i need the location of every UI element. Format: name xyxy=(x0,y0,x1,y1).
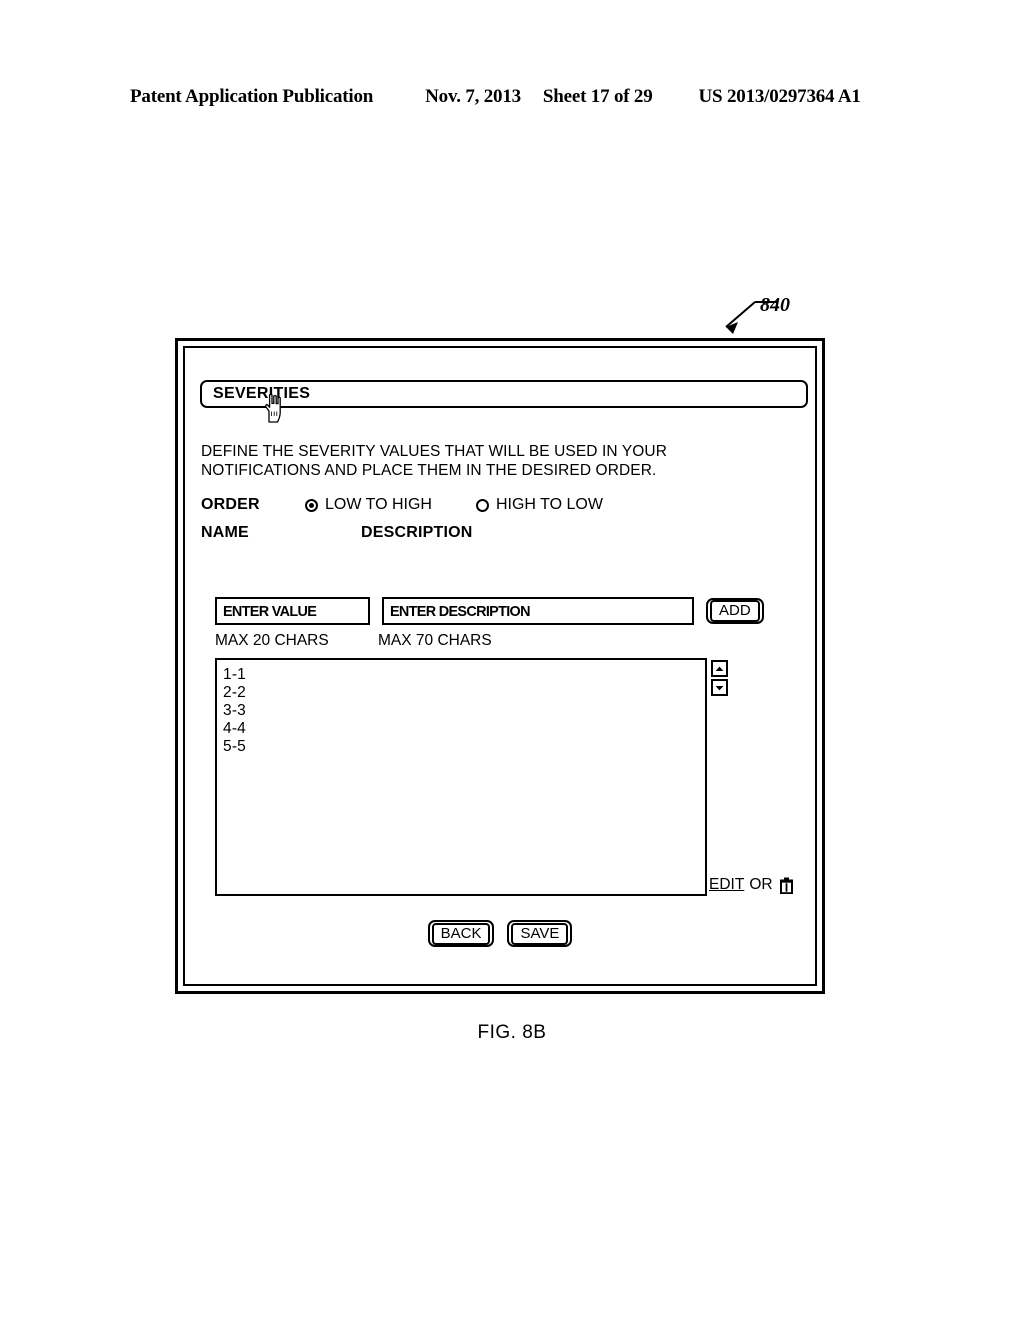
description-input-placeholder: ENTER DESCRIPTION xyxy=(390,602,530,620)
reference-callout: 840 xyxy=(700,294,850,344)
save-button[interactable]: SAVE xyxy=(507,920,573,947)
radio-high-to-low-indicator[interactable] xyxy=(475,498,489,512)
dialog-title-bar[interactable]: SEVERITIES xyxy=(200,380,808,408)
pointing-hand-cursor xyxy=(265,393,281,423)
severity-list[interactable]: 1-1 2-2 3-3 4-4 5-5 xyxy=(215,658,707,896)
order-label: ORDER xyxy=(201,496,260,513)
chevron-down-icon xyxy=(715,685,724,690)
field-hints: MAX 20 CHARS MAX 70 CHARS xyxy=(215,632,635,652)
publication-date: Nov. 7, 2013 xyxy=(425,86,521,107)
column-header-name: NAME xyxy=(201,524,249,541)
add-button-label: ADD xyxy=(710,600,760,622)
column-headers: NAME DESCRIPTION xyxy=(201,524,701,544)
value-field-hint: MAX 20 CHARS xyxy=(215,632,329,649)
list-item[interactable]: 1-1 xyxy=(223,666,705,684)
radio-low-to-high[interactable]: LOW TO HIGH xyxy=(305,496,432,514)
list-item[interactable]: 3-3 xyxy=(223,702,705,720)
back-button-label: BACK xyxy=(431,922,491,945)
description-field-hint: MAX 70 CHARS xyxy=(378,632,492,649)
radio-high-to-low[interactable]: HIGH TO LOW xyxy=(475,496,603,514)
list-item[interactable]: 4-4 xyxy=(223,720,705,738)
list-actions: EDIT OR xyxy=(709,876,794,894)
back-button[interactable]: BACK xyxy=(427,920,495,947)
radio-low-to-high-indicator[interactable] xyxy=(305,498,318,512)
scroll-down-button[interactable] xyxy=(711,679,728,696)
value-input[interactable]: ENTER VALUE xyxy=(215,597,370,625)
sheet-number: Sheet 17 of 29 xyxy=(542,86,653,107)
or-label: OR xyxy=(749,876,773,893)
save-button-label: SAVE xyxy=(511,922,569,945)
publication-label: Patent Application Publication xyxy=(130,86,374,107)
trash-icon[interactable] xyxy=(779,877,794,894)
order-row: ORDER LOW TO HIGH HIGH TO LOW xyxy=(201,494,761,516)
list-item[interactable]: 5-5 xyxy=(223,738,705,756)
dialog-window: SEVERITIES DEFINE THE SEVERITY VALUES TH… xyxy=(183,346,817,986)
dialog-title: SEVERITIES xyxy=(213,385,311,402)
dialog-description: DEFINE THE SEVERITY VALUES THAT WILL BE … xyxy=(201,443,668,479)
entry-row: ENTER VALUE ENTER DESCRIPTION ADD xyxy=(215,596,795,626)
reference-numeral-label: 840 xyxy=(760,294,790,316)
patent-page-header: Patent Application Publication Nov. 7, 2… xyxy=(130,86,890,108)
dialog-footer: BACK SAVE xyxy=(185,920,815,947)
list-item[interactable]: 2-2 xyxy=(223,684,705,702)
list-scroll-buttons xyxy=(711,660,728,698)
add-button[interactable]: ADD xyxy=(706,598,764,624)
figure-outer-frame: SEVERITIES DEFINE THE SEVERITY VALUES TH… xyxy=(175,338,825,994)
radio-high-to-low-label: HIGH TO LOW xyxy=(495,496,603,513)
edit-link[interactable]: EDIT xyxy=(709,876,744,894)
column-header-description: DESCRIPTION xyxy=(361,524,473,541)
description-input[interactable]: ENTER DESCRIPTION xyxy=(382,597,694,625)
chevron-up-icon xyxy=(715,666,724,671)
value-input-placeholder: ENTER VALUE xyxy=(223,602,317,620)
figure-caption: FIG. 8B xyxy=(477,1022,547,1043)
radio-low-to-high-label: LOW TO HIGH xyxy=(325,496,432,513)
patent-number: US 2013/0297364 A1 xyxy=(698,86,861,107)
scroll-up-button[interactable] xyxy=(711,660,728,677)
